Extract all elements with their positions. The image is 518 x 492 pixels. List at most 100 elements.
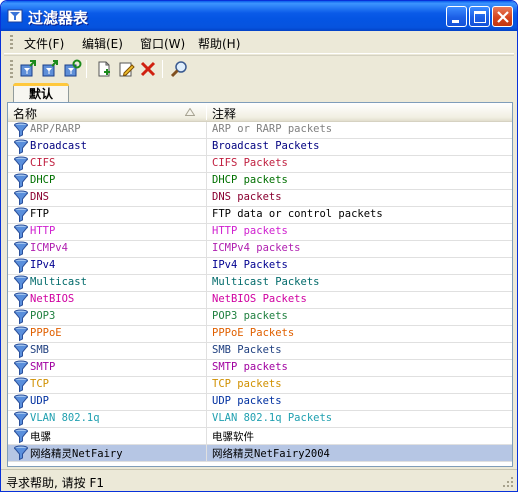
filter-name: FTP: [30, 208, 49, 220]
list-item[interactable]: 网络精灵NetFairy 网络精灵NetFairy2004: [8, 445, 512, 462]
filter-name: DHCP: [30, 174, 56, 186]
filter-table-window: 过滤器表 文件(F) 编辑(E) 窗口(W) 帮助(H) 默认 名称 注释 AR…: [0, 0, 518, 492]
filter-note: NetBIOS Packets: [212, 293, 307, 305]
column-gridline: [206, 428, 207, 445]
filter-name: DNS: [30, 191, 49, 203]
menu-bar: 文件(F) 编辑(E) 窗口(W) 帮助(H): [4, 32, 514, 54]
find-button[interactable]: [169, 59, 189, 79]
filter-icon: [13, 190, 29, 206]
tab-default[interactable]: 默认: [13, 83, 69, 104]
list-item[interactable]: TCP TCP packets: [8, 377, 512, 394]
list-item[interactable]: DNS DNS packets: [8, 190, 512, 207]
new-button[interactable]: [94, 59, 114, 79]
column-gridline: [206, 360, 207, 377]
column-divider[interactable]: [206, 105, 207, 120]
list-item[interactable]: HTTP HTTP packets: [8, 224, 512, 241]
filter-note: TCP packets: [212, 378, 282, 390]
menu-window[interactable]: 窗口(W): [140, 35, 185, 52]
column-gridline: [206, 445, 207, 462]
status-bar: 寻求帮助, 请按 F1: [1, 469, 517, 491]
column-gridline: [206, 207, 207, 224]
column-header-note[interactable]: 注释: [212, 105, 236, 122]
filter-note: ICMPv4 packets: [212, 242, 301, 254]
filter-name: TCP: [30, 378, 49, 390]
filter-note: CIFS Packets: [212, 157, 288, 169]
filter-icon: [13, 122, 29, 138]
filter-note: DHCP packets: [212, 174, 288, 186]
filter-name: ARP/RARP: [30, 123, 81, 135]
minimize-button[interactable]: [446, 6, 467, 27]
filter-name: Multicast: [30, 276, 87, 288]
filter-icon: [13, 343, 29, 359]
menu-help[interactable]: 帮助(H): [198, 35, 240, 52]
menu-file[interactable]: 文件(F): [24, 35, 64, 52]
filter-name: POP3: [30, 310, 56, 322]
filter-name: Broadcast: [30, 140, 87, 152]
filter-icon: [13, 224, 29, 240]
filter-note: Broadcast Packets: [212, 140, 320, 152]
column-gridline: [206, 190, 207, 207]
filter-icon: [13, 377, 29, 393]
filter-note: ARP or RARP packets: [212, 123, 333, 135]
refresh-icon: [64, 59, 82, 77]
list-rows: ARP/RARP ARP or RARP packets Broadcast Broa…: [8, 122, 512, 462]
list-item[interactable]: POP3 POP3 packets: [8, 309, 512, 326]
search-icon: [170, 61, 187, 78]
delete-icon: [140, 61, 156, 77]
delete-button[interactable]: [138, 59, 158, 79]
list-item[interactable]: IPv4 IPv4 Packets: [8, 258, 512, 275]
close-button[interactable]: [492, 6, 513, 27]
resize-grip-icon[interactable]: [502, 476, 514, 488]
list-item[interactable]: SMB SMB Packets: [8, 343, 512, 360]
list-item[interactable]: 电骡 电骡软件: [8, 428, 512, 445]
column-gridline: [206, 309, 207, 326]
filter-list[interactable]: 名称 注释 ARP/RARP ARP or RARP packets Broadca…: [7, 102, 513, 467]
filter-name: HTTP: [30, 225, 56, 237]
list-item[interactable]: SMTP SMTP packets: [8, 360, 512, 377]
list-item[interactable]: Multicast Multicast Packets: [8, 275, 512, 292]
tab-default-label: 默认: [28, 87, 53, 101]
list-item[interactable]: FTP FTP data or control packets: [8, 207, 512, 224]
edit-icon: [119, 62, 135, 77]
column-gridline: [206, 377, 207, 394]
column-gridline: [206, 343, 207, 360]
filter-name: PPPoE: [30, 327, 62, 339]
filter-icon: [13, 156, 29, 172]
filter-note: UDP packets: [212, 395, 282, 407]
refresh-button[interactable]: [62, 59, 82, 79]
edit-button[interactable]: [116, 59, 136, 79]
column-gridline: [206, 411, 207, 428]
import-icon: [20, 60, 36, 77]
maximize-button[interactable]: [469, 6, 490, 27]
list-item[interactable]: VLAN 802.1q VLAN 802.1q Packets: [8, 411, 512, 428]
filter-name: SMTP: [30, 361, 56, 373]
filter-note: SMTP packets: [212, 361, 288, 373]
list-item[interactable]: NetBIOS NetBIOS Packets: [8, 292, 512, 309]
list-item[interactable]: PPPoE PPPoE Packets: [8, 326, 512, 343]
column-gridline: [206, 122, 207, 139]
list-item[interactable]: ARP/RARP ARP or RARP packets: [8, 122, 512, 139]
menubar-grip[interactable]: [10, 35, 13, 51]
filter-name: ICMPv4: [30, 242, 68, 254]
column-header-name[interactable]: 名称: [13, 105, 37, 122]
title-bar[interactable]: 过滤器表: [1, 1, 517, 31]
filter-note: HTTP packets: [212, 225, 288, 237]
list-item[interactable]: ICMPv4 ICMPv4 packets: [8, 241, 512, 258]
filter-name: VLAN 802.1q: [30, 412, 100, 424]
filter-name: CIFS: [30, 157, 56, 169]
filter-icon: [13, 258, 29, 274]
list-item[interactable]: DHCP DHCP packets: [8, 173, 512, 190]
status-text: 寻求帮助, 请按 F1: [6, 476, 104, 490]
filter-name: 网络精灵NetFairy: [30, 448, 123, 460]
list-item[interactable]: Broadcast Broadcast Packets: [8, 139, 512, 156]
filter-note: FTP data or control packets: [212, 208, 383, 220]
list-item[interactable]: CIFS CIFS Packets: [8, 156, 512, 173]
filter-icon: [13, 275, 29, 291]
list-header: 名称 注释: [8, 103, 512, 122]
toolbar: [4, 55, 514, 81]
import-button[interactable]: [18, 59, 38, 79]
export-button[interactable]: [40, 59, 60, 79]
toolbar-grip[interactable]: [10, 60, 13, 78]
list-item[interactable]: UDP UDP packets: [8, 394, 512, 411]
menu-edit[interactable]: 编辑(E): [82, 35, 123, 52]
